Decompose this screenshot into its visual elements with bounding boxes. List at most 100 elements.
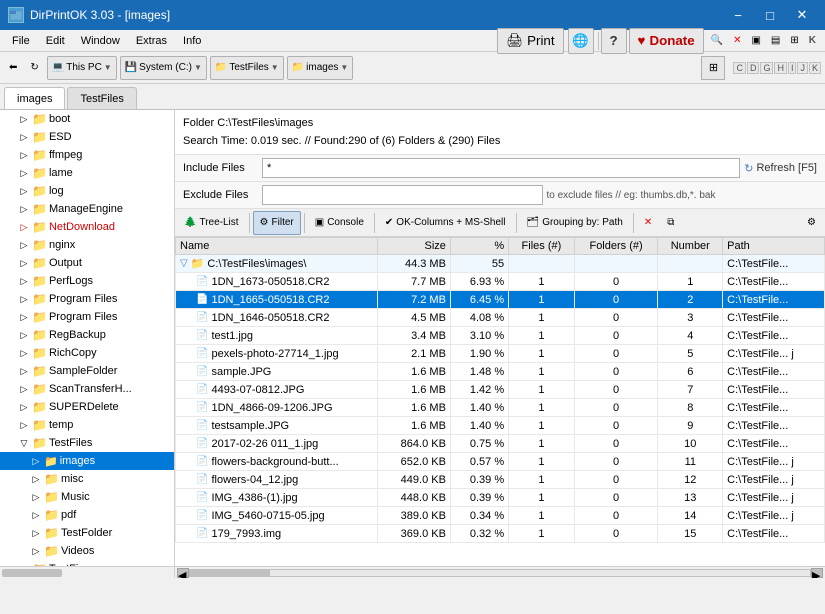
table-row[interactable]: 📄 sample.JPG 1.6 MB 1.48 % 1 0 6 C:\Test…	[176, 363, 825, 381]
tree-toggle[interactable]: ▷	[30, 492, 42, 503]
table-row[interactable]: 📄 2017-02-26 011_1.jpg 864.0 KB 0.75 % 1…	[176, 435, 825, 453]
tree-item-manageengine[interactable]: ▷ 📁 ManageEngine	[0, 200, 174, 218]
table-row[interactable]: 📄 pexels-photo-27714_1.jpg 2.1 MB 1.90 %…	[176, 345, 825, 363]
tree-toggle[interactable]: ▷	[30, 546, 42, 557]
tree-item-samplefolder[interactable]: ▷ 📁 SampleFolder	[0, 362, 174, 380]
col-number[interactable]: Number	[658, 238, 723, 255]
ok-ms-button[interactable]: ✔ OK-Columns + MS-Shell	[378, 211, 513, 235]
table-row-selected[interactable]: 📄 1DN_1665-050518.CR2 7.2 MB 6.45 % 1 0 …	[176, 291, 825, 309]
tree-item-scantransfer[interactable]: ▷ 📁 ScanTransferH...	[0, 380, 174, 398]
table-area[interactable]: Name Size % Files (#) Folders (#) Number…	[175, 237, 825, 566]
tree-item-programfiles2[interactable]: ▷ 📁 Program Files	[0, 308, 174, 326]
tree-item-nginx[interactable]: ▷ 📁 nginx	[0, 236, 174, 254]
table-row[interactable]: 📄 4493-07-0812.JPG 1.6 MB 1.42 % 1 0 7 C…	[176, 381, 825, 399]
minimize-button[interactable]: −	[723, 5, 753, 25]
tree-scroll[interactable]: ▷ 📁 boot ▷ 📁 ESD ▷ 📁 ffmpeg ▷ 📁 lame	[0, 110, 174, 566]
tree-item-misc[interactable]: ▷ 📁 misc	[0, 470, 174, 488]
tree-item-superdelete[interactable]: ▷ 📁 SUPERDelete	[0, 398, 174, 416]
exclude-input[interactable]	[262, 185, 543, 205]
menu-info[interactable]: Info	[175, 30, 209, 52]
tree-toggle[interactable]: ▷	[18, 348, 30, 359]
tree-toggle[interactable]: ▷	[18, 276, 30, 287]
addr-images[interactable]: 📁 images ▼	[287, 56, 354, 80]
maximize-button[interactable]: □	[755, 5, 785, 25]
col-path[interactable]: Path	[723, 238, 825, 255]
tree-item-output[interactable]: ▷ 📁 Output	[0, 254, 174, 272]
tree-toggle[interactable]: ▷	[18, 168, 30, 179]
table-row[interactable]: 📄 1DN_4866-09-1206.JPG 1.6 MB 1.40 % 1 0…	[176, 399, 825, 417]
scroll-right-btn[interactable]: ▶	[811, 568, 823, 578]
table-row[interactable]: 📄 IMG_5460-0715-05.jpg 389.0 KB 0.34 % 1…	[176, 507, 825, 525]
table-row[interactable]: 📄 1DN_1673-050518.CR2 7.7 MB 6.93 % 1 0 …	[176, 273, 825, 291]
table-row[interactable]: 📄 testsample.JPG 1.6 MB 1.40 % 1 0 9 C:\…	[176, 417, 825, 435]
back-button[interactable]: ⬅	[4, 54, 22, 82]
tree-item-testfolder[interactable]: ▷ 📁 TestFolder	[0, 524, 174, 542]
tree-toggle[interactable]: ▷	[18, 114, 30, 125]
tree-toggle[interactable]: ▷	[18, 258, 30, 269]
col-files[interactable]: Files (#)	[509, 238, 575, 255]
table-row[interactable]: 📄 flowers-04_12.jpg 449.0 KB 0.39 % 1 0 …	[176, 471, 825, 489]
tree-toggle[interactable]: ▷	[18, 294, 30, 305]
tree-toggle[interactable]: ▷	[18, 420, 30, 431]
tree-item-ffmpeg[interactable]: ▷ 📁 ffmpeg	[0, 146, 174, 164]
toolbar-btn-2[interactable]: ▤	[766, 27, 785, 55]
copy-btn[interactable]: ⧉	[660, 211, 681, 235]
tree-hscroll[interactable]	[0, 566, 174, 578]
filter-button[interactable]: ⚙ Filter	[253, 211, 301, 235]
tree-toggle[interactable]: ▷	[18, 132, 30, 143]
col-name[interactable]: Name	[176, 238, 378, 255]
console-button[interactable]: ▣ Console	[308, 211, 371, 235]
help-button[interactable]: ?	[601, 28, 627, 54]
table-row[interactable]: 📄 179_7993.img 369.0 KB 0.32 % 1 0 15 C:…	[176, 525, 825, 543]
globe-button[interactable]: 🌐	[568, 28, 594, 54]
include-input[interactable]	[262, 158, 740, 178]
table-hscroll[interactable]: ◀ ▶	[175, 566, 825, 578]
scroll-left-btn[interactable]: ◀	[177, 568, 189, 578]
tree-toggle-testfiles[interactable]: ▽	[18, 438, 30, 449]
tree-toggle[interactable]: ▷	[18, 366, 30, 377]
tab-testfiles[interactable]: TestFiles	[67, 87, 136, 109]
donate-button[interactable]: ♥ Donate	[629, 28, 704, 54]
toolbar-btn-3[interactable]: ⊞	[785, 27, 803, 55]
view-toggle[interactable]: ⊞	[701, 56, 725, 80]
menu-extras[interactable]: Extras	[128, 30, 175, 52]
addr-testfiles[interactable]: 📁 TestFiles ▼	[210, 56, 284, 80]
toolbar-btn-1[interactable]: ▣	[746, 27, 765, 55]
tree-item-lame[interactable]: ▷ 📁 lame	[0, 164, 174, 182]
addr-system[interactable]: 💾 System (C:) ▼	[120, 56, 207, 80]
addr-thispc[interactable]: 💻 This PC ▼	[47, 56, 117, 80]
tree-item-videos[interactable]: ▷ 📁 Videos	[0, 542, 174, 560]
tree-item-programfiles1[interactable]: ▷ 📁 Program Files	[0, 290, 174, 308]
tree-toggle[interactable]: ▷	[18, 402, 30, 413]
grouping-button[interactable]: 🗂 Grouping by: Path	[520, 211, 630, 235]
tree-item-temp[interactable]: ▷ 📁 temp	[0, 416, 174, 434]
col-pct[interactable]: %	[450, 238, 508, 255]
tree-toggle[interactable]: ▷	[18, 222, 30, 233]
tree-toggle[interactable]: ▷	[18, 240, 30, 251]
tree-item-boot[interactable]: ▷ 📁 boot	[0, 110, 174, 128]
close-x-btn[interactable]: ✕	[728, 27, 746, 55]
tree-list-button[interactable]: 🌲 Tree-List	[177, 211, 246, 235]
tree-toggle[interactable]: ▷	[18, 384, 30, 395]
tree-item-regbackup[interactable]: ▷ 📁 RegBackup	[0, 326, 174, 344]
tree-toggle[interactable]: ▷	[30, 456, 42, 467]
menu-file[interactable]: File	[4, 30, 38, 52]
table-row[interactable]: 📄 IMG_4386-(1).jpg 448.0 KB 0.39 % 1 0 1…	[176, 489, 825, 507]
tree-toggle[interactable]: ▷	[30, 528, 42, 539]
tree-toggle[interactable]: ▷	[18, 186, 30, 197]
menu-edit[interactable]: Edit	[38, 30, 73, 52]
tree-item-richcopy[interactable]: ▷ 📁 RichCopy	[0, 344, 174, 362]
tree-item-pdf[interactable]: ▷ 📁 pdf	[0, 506, 174, 524]
menu-window[interactable]: Window	[73, 30, 128, 52]
tree-item-testfiles[interactable]: ▽ 📁 TestFiles	[0, 434, 174, 452]
tree-toggle[interactable]: ▷	[18, 204, 30, 215]
tree-item-netdownload[interactable]: ▷ 📁 NetDownload	[0, 218, 174, 236]
col-size[interactable]: Size	[377, 238, 450, 255]
table-row[interactable]: 📄 1DN_1646-050518.CR2 4.5 MB 4.08 % 1 0 …	[176, 309, 825, 327]
tree-toggle[interactable]: ▷	[30, 510, 42, 521]
tree-toggle[interactable]: ▷	[18, 312, 30, 323]
table-row[interactable]: 📄 test1.jpg 3.4 MB 3.10 % 1 0 4 C:\TestF…	[176, 327, 825, 345]
tree-toggle[interactable]: ▷	[18, 150, 30, 161]
remove-btn[interactable]: ✕	[637, 211, 659, 235]
table-row[interactable]: ▽ 📁 C:\TestFiles\images\ 44.3 MB 55 C:\T…	[176, 255, 825, 273]
